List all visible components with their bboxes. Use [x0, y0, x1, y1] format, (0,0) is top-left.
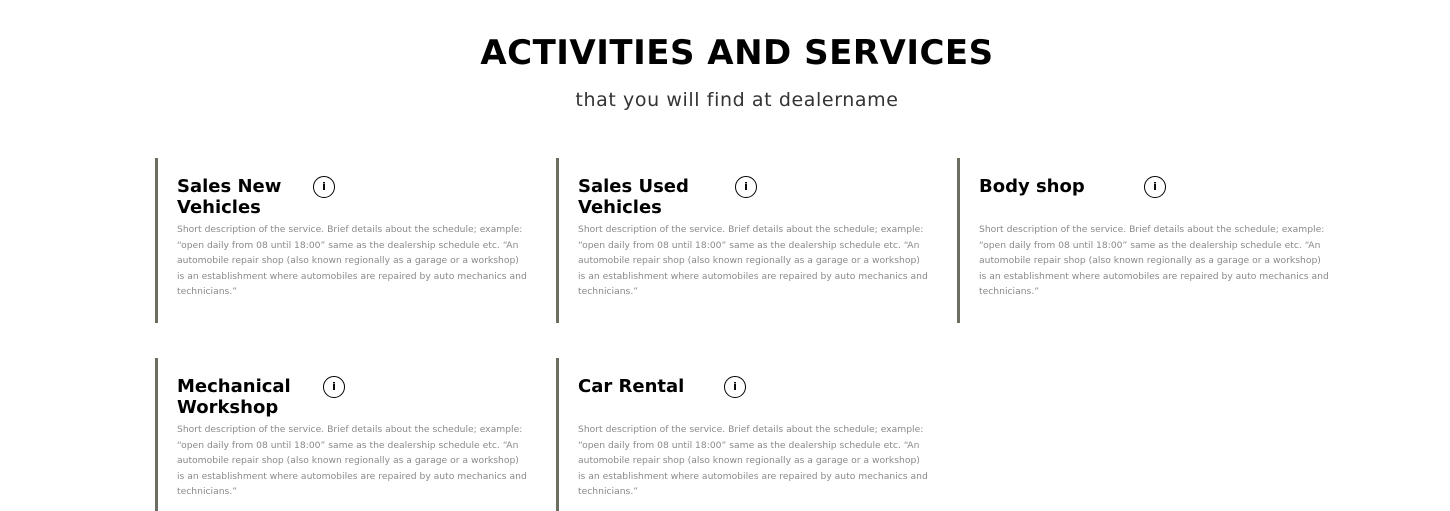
page-subtitle: that you will find at dealername: [575, 89, 899, 111]
service-card-header: Sales Used Vehicles i: [578, 176, 918, 220]
service-description: Short description of the service. Brief …: [177, 424, 527, 498]
service-card-body-shop: Body shop i Short description of the ser…: [957, 158, 1337, 323]
info-icon: i: [1153, 180, 1157, 193]
service-description: Short description of the service. Brief …: [578, 424, 928, 498]
info-icon: i: [733, 380, 737, 393]
service-title: Car Rental: [578, 376, 685, 397]
service-title: Body shop: [979, 176, 1085, 197]
info-button[interactable]: i: [1144, 176, 1166, 198]
service-title: Mechanical Workshop: [177, 376, 291, 418]
info-icon: i: [744, 180, 748, 193]
info-button[interactable]: i: [735, 176, 757, 198]
service-card-sales-new-vehicles: Sales New Vehicles i Short description o…: [155, 158, 535, 323]
info-button[interactable]: i: [313, 176, 335, 198]
service-card-mechanical-workshop: Mechanical Workshop i Short description …: [155, 358, 535, 511]
info-button[interactable]: i: [323, 376, 345, 398]
service-card-header: Sales New Vehicles i: [177, 176, 517, 220]
service-card-header: Car Rental i: [578, 376, 918, 420]
info-icon: i: [322, 180, 326, 193]
service-card-sales-used-vehicles: Sales Used Vehicles i Short description …: [556, 158, 936, 323]
service-card-car-rental: Car Rental i Short description of the se…: [556, 358, 936, 511]
service-title: Sales New Vehicles: [177, 176, 282, 218]
service-card-header: Body shop i: [979, 176, 1319, 220]
service-description: Short description of the service. Brief …: [578, 224, 928, 298]
service-card-header: Mechanical Workshop i: [177, 376, 517, 420]
info-icon: i: [332, 380, 336, 393]
page-title: ACTIVITIES AND SERVICES: [480, 33, 994, 73]
service-description: Short description of the service. Brief …: [177, 224, 527, 298]
service-title: Sales Used Vehicles: [578, 176, 689, 218]
info-button[interactable]: i: [724, 376, 746, 398]
service-description: Short description of the service. Brief …: [979, 224, 1329, 298]
